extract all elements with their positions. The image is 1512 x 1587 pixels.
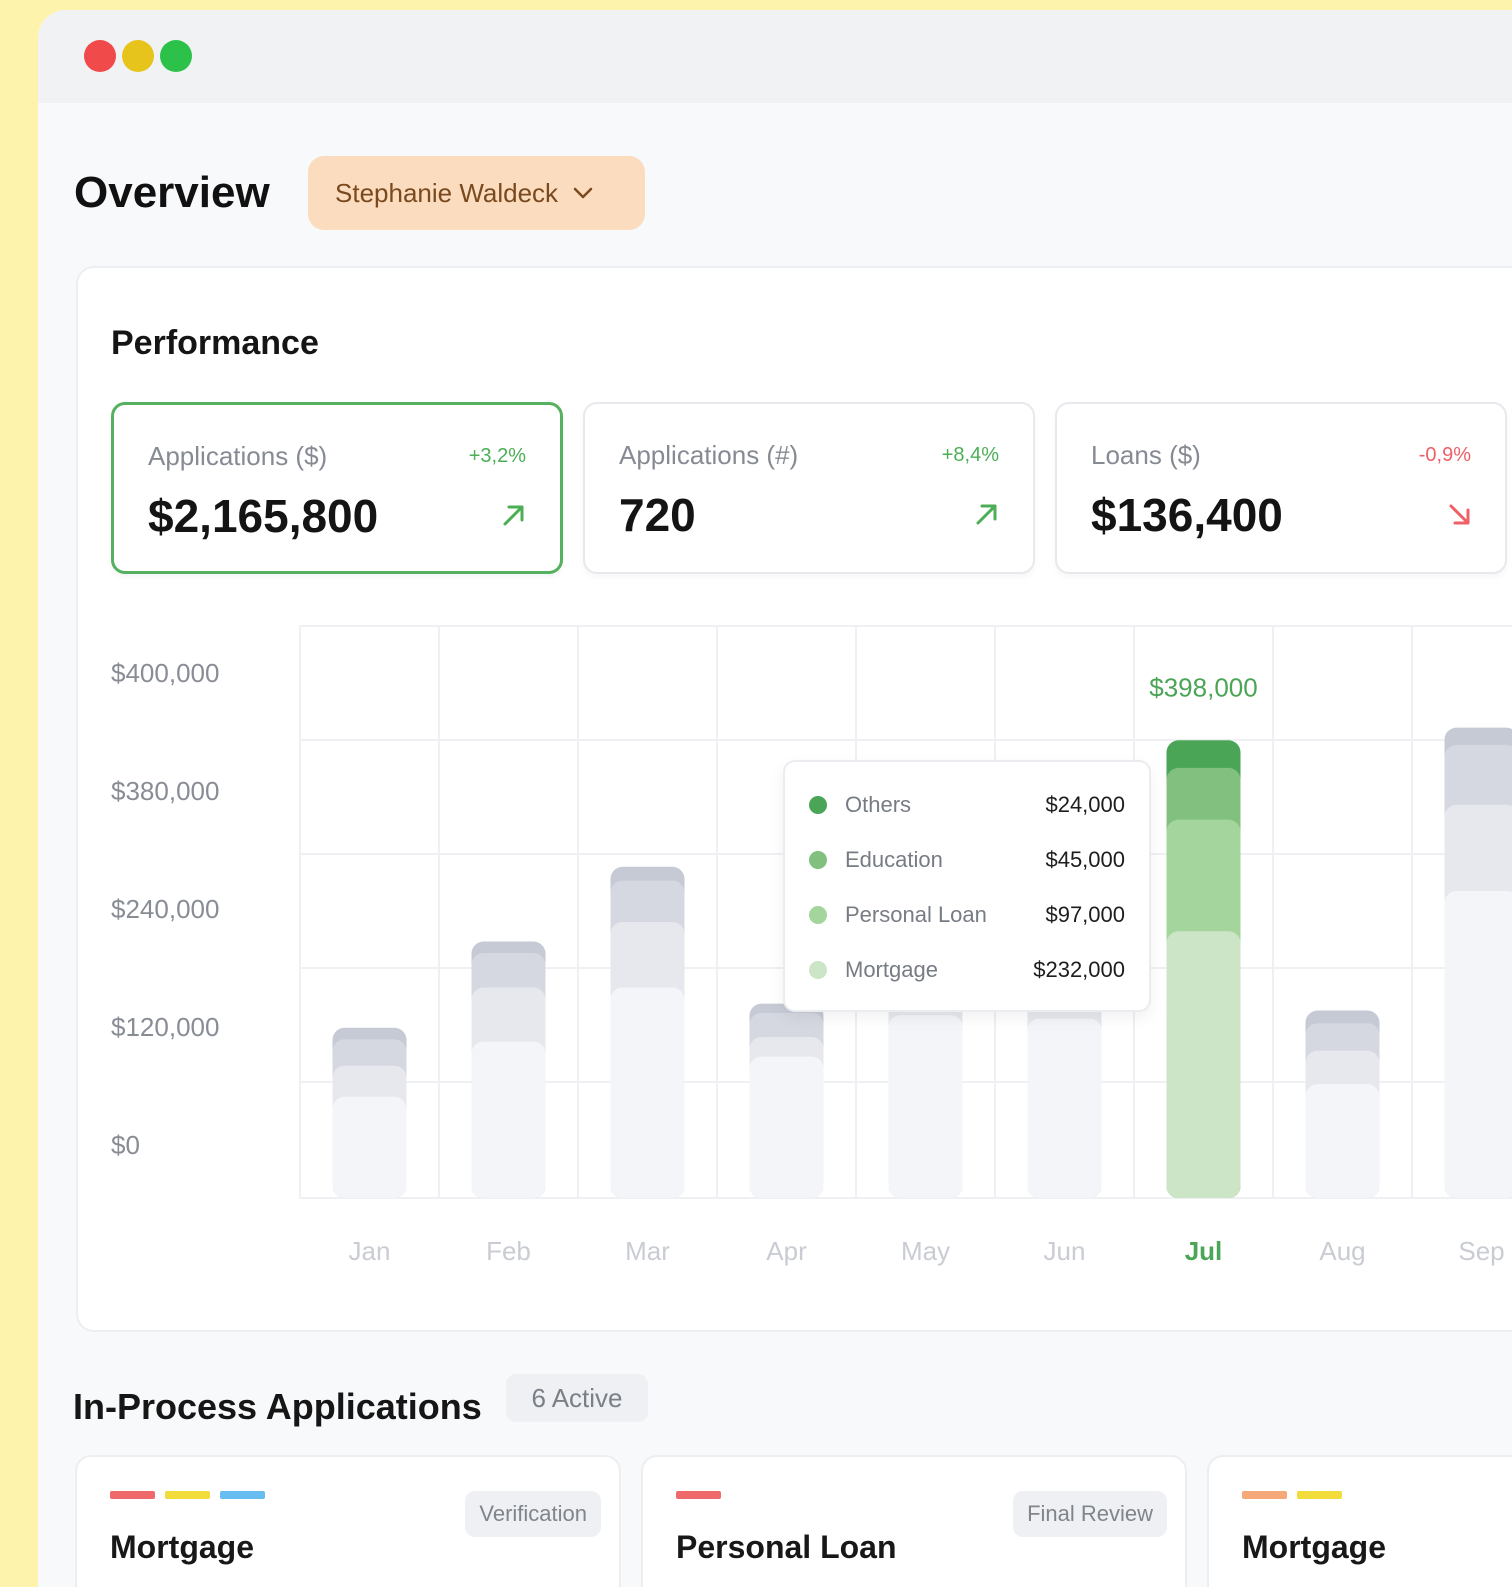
user-select-label: Stephanie Waldeck bbox=[335, 177, 559, 208]
tooltip-series-name: Education bbox=[845, 847, 943, 872]
tag-stripe bbox=[1297, 1491, 1342, 1499]
x-tick-label: May bbox=[901, 1236, 950, 1266]
active-count-badge: 6 Active bbox=[506, 1374, 648, 1422]
minimize-window-button[interactable] bbox=[122, 40, 154, 72]
x-tick-label: Jul bbox=[1185, 1236, 1223, 1266]
tooltip-series-name: Mortgage bbox=[845, 957, 938, 982]
x-tick-label: Aug bbox=[1319, 1236, 1365, 1266]
app-window: Overview Stephanie Waldeck Performance A… bbox=[38, 10, 1512, 1587]
title-bar bbox=[38, 10, 1512, 103]
close-window-button[interactable] bbox=[84, 40, 116, 72]
tag-stripe bbox=[220, 1491, 265, 1499]
application-name: Mortgage bbox=[110, 1529, 254, 1565]
tooltip-series-value: $232,000 bbox=[1033, 957, 1125, 982]
chevron-down-icon bbox=[573, 187, 593, 199]
legend-dot bbox=[809, 796, 827, 814]
y-tick-label: $380,000 bbox=[111, 776, 219, 806]
tooltip-series-name: Others bbox=[845, 792, 912, 817]
x-tick-label: Sep bbox=[1458, 1236, 1504, 1266]
x-tick-label: Apr bbox=[766, 1236, 807, 1266]
performance-card: Performance Applications ($) +3,2% $2,16… bbox=[76, 266, 1512, 1332]
in-process-title: In-Process Applications bbox=[73, 1386, 482, 1427]
legend-dot bbox=[809, 961, 827, 979]
bar-segment-mortgage bbox=[471, 1041, 546, 1198]
bar-segment-mortgage bbox=[749, 1056, 824, 1198]
legend-dot bbox=[809, 906, 827, 924]
tooltip-row: Others $24,000 bbox=[809, 790, 1125, 820]
bar-segment-mortgage bbox=[610, 987, 685, 1198]
y-tick-label: $400,000 bbox=[111, 658, 219, 688]
application-name: Mortgage bbox=[1242, 1529, 1386, 1565]
application-card[interactable]: Final Review Personal Loan bbox=[641, 1455, 1187, 1587]
stage-badge: Verification bbox=[465, 1491, 601, 1537]
bar-total-label: $398,000 bbox=[1149, 672, 1257, 702]
tag-stripe bbox=[676, 1491, 721, 1499]
bar-segment-mortgage bbox=[1444, 890, 1512, 1198]
tooltip-series-value: $24,000 bbox=[1045, 792, 1125, 817]
bar-segment-mortgage bbox=[1027, 1018, 1102, 1198]
tag-stripes bbox=[110, 1491, 265, 1499]
bar-segment-mortgage bbox=[1166, 931, 1241, 1198]
tag-stripes bbox=[1242, 1491, 1342, 1499]
stage-badge: Final Review bbox=[1013, 1491, 1167, 1537]
application-card[interactable]: Mortgage bbox=[1207, 1455, 1512, 1587]
bar-segment-mortgage bbox=[332, 1096, 407, 1198]
tooltip-series-value: $97,000 bbox=[1045, 902, 1125, 927]
tag-stripes bbox=[676, 1491, 721, 1499]
tag-stripe bbox=[165, 1491, 210, 1499]
tooltip-series-value: $45,000 bbox=[1045, 847, 1125, 872]
maximize-window-button[interactable] bbox=[160, 40, 192, 72]
user-select-dropdown[interactable]: Stephanie Waldeck bbox=[308, 156, 645, 230]
application-name: Personal Loan bbox=[676, 1529, 897, 1565]
x-tick-label: Mar bbox=[625, 1236, 670, 1266]
legend-dot bbox=[809, 851, 827, 869]
bar-segment-mortgage bbox=[888, 1015, 963, 1198]
tag-stripe bbox=[110, 1491, 155, 1499]
x-tick-label: Jun bbox=[1044, 1236, 1086, 1266]
application-card[interactable]: Verification Mortgage bbox=[75, 1455, 621, 1587]
tooltip-row: Mortgage $232,000 bbox=[809, 955, 1125, 985]
chart-tooltip: Others $24,000 Education $45,000 Persona… bbox=[783, 760, 1151, 1012]
tooltip-row: Personal Loan $97,000 bbox=[809, 900, 1125, 930]
tooltip-series-name: Personal Loan bbox=[845, 902, 987, 927]
tag-stripe bbox=[1242, 1491, 1287, 1499]
y-tick-label: $120,000 bbox=[111, 1012, 219, 1042]
x-tick-label: Jan bbox=[349, 1236, 391, 1266]
tooltip-row: Education $45,000 bbox=[809, 845, 1125, 875]
bar-segment-mortgage bbox=[1305, 1084, 1380, 1198]
y-tick-label: $240,000 bbox=[111, 894, 219, 924]
page-title: Overview bbox=[74, 168, 270, 217]
x-tick-label: Feb bbox=[486, 1236, 531, 1266]
y-tick-label: $0 bbox=[111, 1130, 140, 1160]
